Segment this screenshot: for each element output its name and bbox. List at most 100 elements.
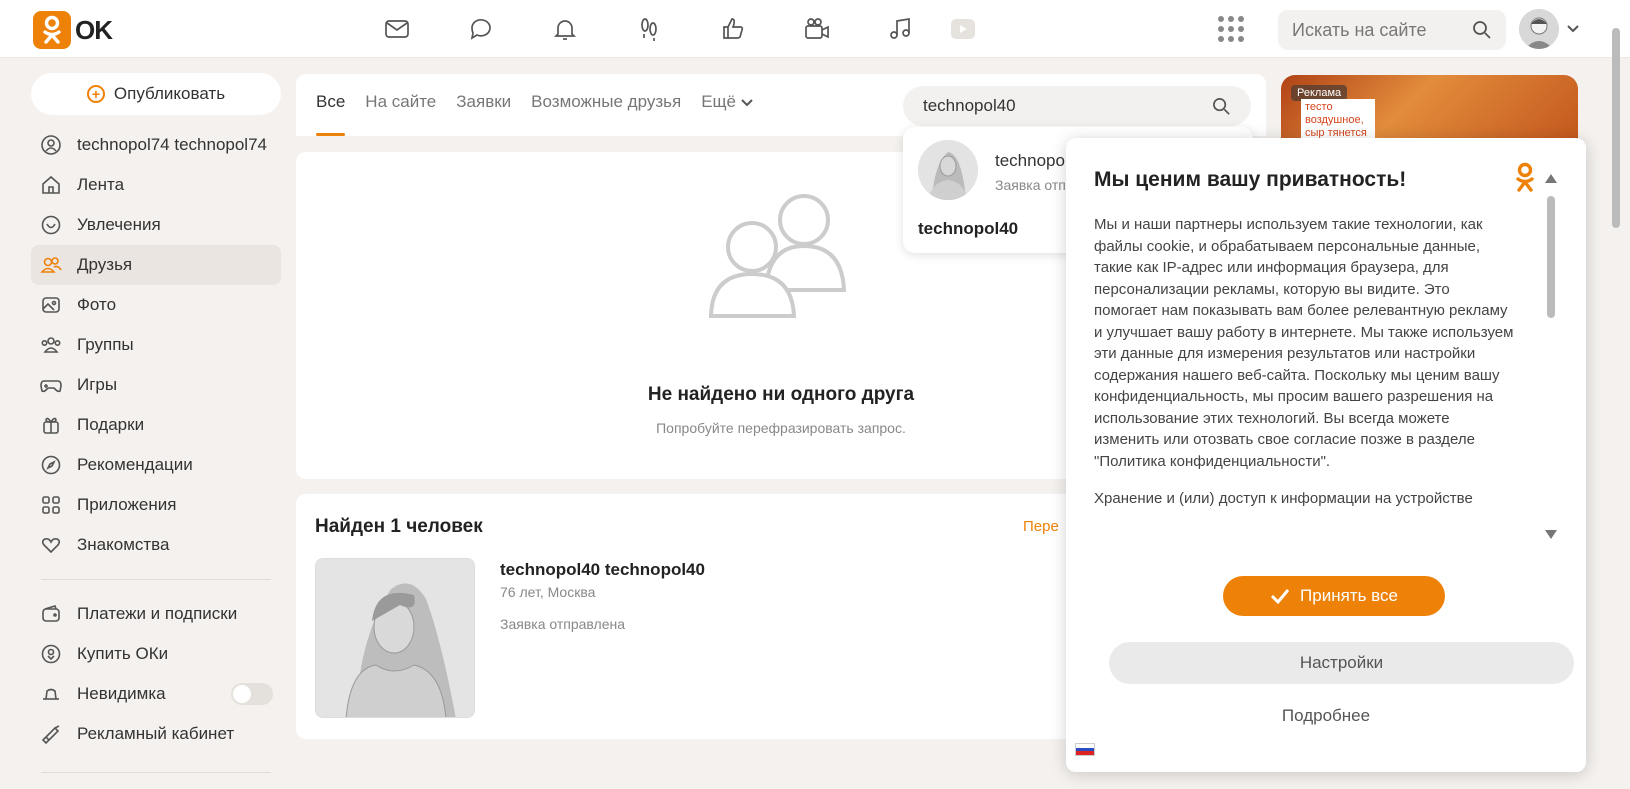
sidebar-divider [41, 772, 271, 773]
person-name[interactable]: technopol40 technopol40 [500, 560, 705, 580]
sidebar-item-label: Увлечения [77, 215, 161, 234]
sidebar-item-feed[interactable]: Лента [31, 165, 281, 205]
sidebar-item-label: Игры [77, 375, 118, 394]
person-meta: 76 лет, Москва [500, 584, 596, 600]
more-details-link[interactable]: Подробнее [1066, 706, 1586, 726]
checkmark-icon [1270, 589, 1290, 604]
suggestion-status: Заявка отп [995, 177, 1066, 193]
sidebar-item-recommendations[interactable]: Рекомендации [31, 445, 281, 485]
person-request-status: Заявка отправлена [500, 616, 626, 632]
tab-online[interactable]: На сайте [365, 92, 436, 136]
sidebar-item-dating[interactable]: Знакомства [31, 525, 281, 565]
scroll-up-icon[interactable] [1545, 174, 1557, 183]
ok-logo-icon [33, 11, 71, 49]
video-camera-icon[interactable] [775, 13, 859, 45]
sidebar-item-payments[interactable]: Платежи и подписки [31, 594, 281, 634]
ok-logo[interactable]: OK [33, 11, 113, 49]
music-icon[interactable] [859, 13, 943, 45]
privacy-consent-modal: Мы ценим вашу приватность! Мы и наши пар… [1066, 138, 1586, 772]
friend-search-input[interactable]: technopol40 [903, 86, 1251, 126]
left-sidebar: + Опубликовать technopol74 technopol74 Л… [31, 73, 281, 787]
wallet-icon [39, 602, 63, 626]
chevron-down-icon[interactable] [1566, 24, 1580, 34]
sidebar-item-label: Подарки [77, 415, 145, 434]
plus-icon: + [86, 85, 105, 103]
sidebar-item-label: Группы [77, 335, 134, 354]
sidebar-item-label: Приложения [77, 495, 177, 514]
sidebar-item-label: Рекомендации [77, 455, 193, 474]
video-play-icon[interactable] [943, 13, 983, 45]
chat-icon[interactable] [439, 13, 523, 45]
hobby-icon [39, 213, 63, 237]
footprints-icon[interactable] [607, 13, 691, 45]
results-link[interactable]: Пере [1023, 518, 1059, 535]
like-icon[interactable] [691, 13, 775, 45]
sidebar-item-photo[interactable]: Фото [31, 285, 281, 325]
page-scrollbar[interactable] [1612, 28, 1620, 228]
search-icon[interactable] [1472, 20, 1492, 40]
hat-icon [39, 682, 63, 706]
publish-label: Опубликовать [113, 84, 226, 103]
friends-tabs: Все На сайте Заявки Возможные друзья Ещё [316, 92, 773, 136]
apps-icon [39, 493, 63, 517]
tab-possible-friends[interactable]: Возможные друзья [531, 92, 681, 136]
search-icon[interactable] [1212, 97, 1231, 116]
accept-all-button[interactable]: Принять все [1223, 576, 1445, 616]
accept-all-label: Принять все [1300, 586, 1398, 605]
sidebar-item-groups[interactable]: Группы [31, 325, 281, 365]
sidebar-item-games[interactable]: Игры [31, 365, 281, 405]
sidebar-item-apps[interactable]: Приложения [31, 485, 281, 525]
results-title: Найден 1 человек [315, 516, 483, 537]
site-search-placeholder: Искать на сайте [1292, 19, 1427, 40]
compass-icon [39, 453, 63, 477]
suggestion-query[interactable]: technopol40 [918, 219, 1018, 239]
settings-button[interactable]: Настройки [1109, 642, 1574, 684]
sidebar-item-label: Невидимка [77, 684, 166, 703]
sidebar-item-hobbies[interactable]: Увлечения [31, 205, 281, 245]
gift-icon [39, 413, 63, 437]
sidebar-item-label: Фото [77, 295, 117, 314]
sidebar-item-label: Платежи и подписки [77, 604, 238, 623]
tab-more-label: Ещё [701, 92, 736, 111]
user-avatar[interactable] [1519, 9, 1559, 49]
apps-grid-icon[interactable] [1218, 16, 1244, 42]
consent-title: Мы ценим вашу приватность! [1094, 168, 1407, 191]
sidebar-item-friends[interactable]: Друзья [31, 245, 281, 285]
top-bar: OK Искать на сайте [0, 0, 1630, 58]
mail-icon[interactable] [355, 13, 439, 45]
sidebar-item-profile[interactable]: technopol74 technopol74 [31, 125, 281, 165]
top-nav [355, 13, 983, 45]
publish-button[interactable]: + Опубликовать [31, 73, 281, 115]
person-photo[interactable] [315, 558, 475, 718]
consent-paragraph: Хранение и (или) доступ к информации на … [1094, 490, 1473, 507]
photo-icon [39, 293, 63, 317]
scroll-thumb[interactable] [1547, 196, 1555, 318]
sidebar-item-ads-cabinet[interactable]: Рекламный кабинет [31, 714, 281, 754]
site-search-input[interactable]: Искать на сайте [1278, 10, 1506, 50]
invisible-toggle[interactable] [231, 683, 273, 705]
ok-logo-icon [1516, 162, 1534, 192]
hearts-icon [39, 533, 63, 557]
sidebar-item-label: Купить ОКи [77, 644, 169, 663]
friend-search-value: technopol40 [923, 96, 1016, 115]
tab-all[interactable]: Все [316, 92, 346, 136]
megaphone-icon [39, 722, 63, 746]
tab-more[interactable]: Ещё [701, 92, 753, 136]
profile-icon [39, 133, 63, 157]
tab-requests[interactable]: Заявки [456, 92, 511, 136]
bell-icon[interactable] [523, 13, 607, 45]
settings-label: Настройки [1299, 653, 1384, 672]
consent-scrollbar[interactable] [1544, 174, 1558, 539]
friends-icon [39, 253, 63, 277]
coin-icon [39, 642, 63, 666]
suggestion-name[interactable]: technopol [995, 151, 1069, 171]
chevron-down-icon [741, 99, 753, 107]
scroll-down-icon[interactable] [1545, 530, 1557, 539]
sidebar-item-label: Друзья [77, 255, 133, 274]
russian-flag-icon[interactable] [1075, 743, 1095, 756]
suggestion-avatar[interactable] [918, 140, 978, 200]
sidebar-item-invisible[interactable]: Невидимка [31, 674, 281, 714]
sidebar-item-gifts[interactable]: Подарки [31, 405, 281, 445]
consent-body: Мы и наши партнеры используем такие техн… [1094, 214, 1514, 542]
sidebar-item-buy-ok[interactable]: Купить ОКи [31, 634, 281, 674]
